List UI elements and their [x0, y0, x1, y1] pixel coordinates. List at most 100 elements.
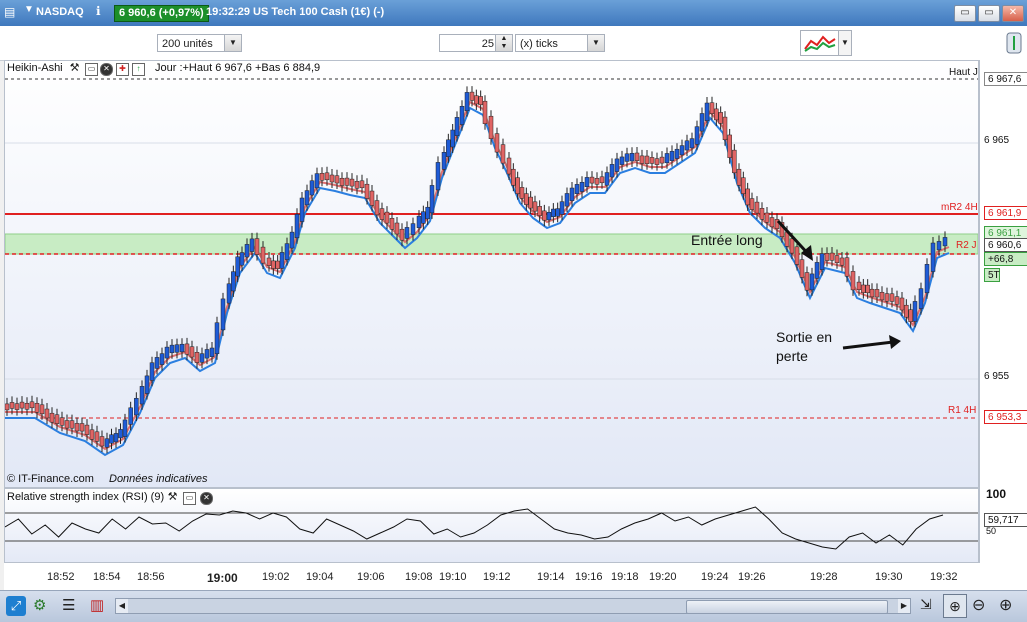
- candle-body: [275, 260, 280, 269]
- candle-body: [44, 408, 50, 419]
- candle-body: [209, 347, 215, 357]
- minimize-button[interactable]: ▭: [954, 5, 976, 22]
- units-select[interactable]: 200 unités ▼: [157, 34, 242, 52]
- toolbar: 200 unités ▼ 25 ▲ ▼ (x) ticks ▼ ▼: [0, 26, 1027, 61]
- rsi-label: Relative strength index (RSI) (9): [7, 491, 165, 503]
- candle-body: [694, 126, 700, 145]
- bars-icon[interactable]: ▥: [90, 596, 104, 614]
- candle-body: [528, 196, 533, 209]
- candle-body: [488, 115, 494, 139]
- candle-body: [199, 353, 205, 363]
- candle-body: [29, 401, 35, 409]
- close-indicator-icon[interactable]: ✕: [100, 63, 113, 76]
- window-icon[interactable]: ▭: [183, 492, 196, 505]
- zoom-in-icon[interactable]: ⊕: [999, 595, 1012, 615]
- candle-body: [54, 414, 60, 424]
- candle-body: [59, 417, 65, 426]
- rsi-panel[interactable]: Relative strength index (RSI) (9) ⚒ ▭ ✕: [4, 488, 979, 563]
- menu-icon[interactable]: ▤: [4, 5, 15, 19]
- candle-body: [924, 264, 930, 294]
- chart-type-button[interactable]: [800, 30, 840, 56]
- candle-body: [619, 156, 625, 165]
- candle-body: [834, 255, 840, 263]
- scroll-left-icon[interactable]: ◀: [116, 599, 128, 613]
- candle-body: [164, 346, 170, 359]
- wrench-icon[interactable]: ⚒: [167, 492, 178, 503]
- candle-body: [908, 309, 913, 322]
- candle-body: [464, 92, 470, 111]
- close-button[interactable]: ✕: [1002, 5, 1024, 22]
- candle-body: [684, 140, 690, 151]
- candle-body: [179, 343, 185, 353]
- candle-body: [254, 238, 260, 255]
- r1-price-tag: 6 953,3: [984, 410, 1027, 424]
- zoom-out-icon[interactable]: ⊖: [972, 595, 985, 615]
- chevron-down-icon[interactable]: ▼: [587, 35, 604, 51]
- chart-type-dropdown[interactable]: ▼: [838, 30, 852, 56]
- dropdown-icon[interactable]: ▼: [24, 4, 34, 15]
- candle-body: [5, 403, 10, 411]
- candle-body: [679, 145, 685, 156]
- instrument-label: US Tech 100 Cash (1€) (-): [253, 6, 385, 18]
- list-icon[interactable]: ☰: [62, 596, 75, 614]
- time-tick-label: 19:16: [575, 571, 603, 583]
- r2-j-label: R2 J: [956, 240, 977, 251]
- mr2-price-tag: 6 961,9: [984, 206, 1027, 220]
- side-panel-icon[interactable]: [1004, 30, 1024, 56]
- ticks-unit-select[interactable]: (x) ticks ▼: [515, 34, 605, 52]
- window-icon[interactable]: ▭: [85, 63, 98, 76]
- time-axis[interactable]: 18:52 18:54 18:56 19:00 19:02 19:04 19:06 19:08…: [4, 563, 1027, 590]
- gain-tag: +66,8: [984, 252, 1027, 266]
- candle-body: [24, 403, 30, 410]
- price-axis[interactable]: 6 967,6 6 965 6 961,9 6 961,1 6 960,6 +6…: [979, 60, 1027, 563]
- candle-body: [614, 158, 620, 172]
- candle-body: [74, 423, 80, 432]
- candle-body: [454, 117, 460, 136]
- candle-body: [889, 293, 895, 302]
- indicators-icon[interactable]: ⚙: [33, 596, 46, 614]
- candle-body: [9, 402, 15, 409]
- ticks-stepper[interactable]: 25 ▲ ▼: [439, 34, 513, 52]
- candle-body: [399, 228, 405, 241]
- candle-body: [425, 206, 430, 220]
- share-icon[interactable]: ⤢: [6, 596, 26, 616]
- candle-body: [450, 129, 455, 148]
- rsi-value-tag: 59,717: [984, 513, 1027, 527]
- time-tick-label: 18:54: [93, 571, 121, 583]
- candle-body: [220, 298, 226, 331]
- candle-body: [319, 173, 325, 181]
- wrench-icon[interactable]: ⚒: [69, 63, 80, 74]
- candle-body: [732, 149, 737, 174]
- candle-body: [379, 208, 385, 220]
- horizontal-scrollbar[interactable]: ◀ ▶: [115, 598, 911, 614]
- alert-icon[interactable]: ✚: [116, 63, 129, 76]
- expand-icon[interactable]: ⇲: [920, 596, 932, 613]
- candle-body: [850, 271, 856, 291]
- zoom-fit-icon[interactable]: ⊕: [943, 594, 967, 618]
- candle-body: [474, 95, 479, 105]
- scroll-right-icon[interactable]: ▶: [898, 599, 910, 613]
- close-indicator-icon[interactable]: ✕: [200, 492, 213, 505]
- candle-body: [879, 291, 885, 301]
- candle-body: [169, 344, 175, 354]
- candle-body: [235, 256, 240, 277]
- candle-body: [344, 177, 350, 186]
- candle-body: [194, 352, 200, 363]
- candle-body: [639, 155, 645, 164]
- units-value: 200 unités: [162, 38, 213, 50]
- scroll-thumb[interactable]: [686, 600, 888, 614]
- chevron-down-icon[interactable]: ▼: [224, 35, 241, 51]
- candle-body: [69, 420, 75, 429]
- exit-arrow-line: [842, 340, 894, 350]
- candle-body: [506, 157, 512, 175]
- candle-body: [942, 237, 948, 247]
- candle-body: [829, 252, 835, 261]
- candle-body: [718, 112, 723, 124]
- price-chart[interactable]: Heikin-Ashi ⚒ ▭ ✕ ✚ ↑ Jour :+Haut 6 967,…: [4, 60, 979, 488]
- info-icon[interactable]: ℹ: [96, 4, 101, 18]
- candle-body: [84, 424, 90, 435]
- stepper-arrows-icon[interactable]: ▲ ▼: [495, 35, 512, 51]
- restore-button[interactable]: ▭: [978, 5, 1000, 22]
- candle-body: [149, 362, 155, 381]
- up-arrow-icon[interactable]: ↑: [132, 63, 145, 76]
